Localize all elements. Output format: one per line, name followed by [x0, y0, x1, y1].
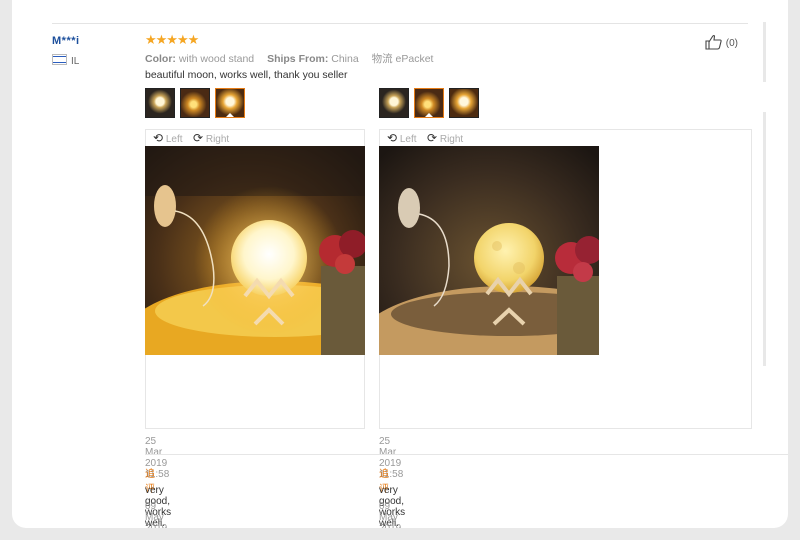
rotate-right-label: Right — [439, 134, 464, 145]
country-code: IL — [71, 56, 80, 67]
review-text: beautiful moon, works well, thank you se… — [145, 69, 348, 81]
thumbnail-3[interactable] — [449, 88, 479, 118]
rotate-right-button[interactable]: ⟳ Right — [193, 131, 229, 145]
rotate-left-label: Left — [399, 134, 417, 145]
scrollbar[interactable] — [763, 22, 766, 82]
thumbnail-1[interactable] — [145, 88, 175, 118]
rotate-left-label: Left — [165, 134, 183, 145]
color-label: Color: — [145, 53, 176, 65]
thumbnail-3[interactable] — [215, 88, 245, 118]
review-photo[interactable] — [379, 146, 599, 355]
rotate-right-icon: ⟳ — [427, 131, 438, 145]
ships-from-label: Ships From: — [267, 53, 329, 65]
rotate-left-button[interactable]: ⟲ Left — [153, 131, 183, 145]
flag-icon — [52, 54, 67, 65]
helpful-count: (0) — [725, 38, 739, 49]
additional-review-date: 09 May 2019 18:21 — [379, 501, 401, 528]
thumbnail-1[interactable] — [379, 88, 409, 118]
reviewer-name: M***i — [52, 35, 80, 47]
review-card: M***i IL ★★★★★ Color: with wood stand Sh… — [12, 0, 788, 528]
scrollbar-track[interactable] — [763, 112, 766, 366]
rotate-left-icon: ⟲ — [153, 131, 164, 145]
thumbs-up-icon — [705, 35, 722, 50]
rotate-right-label: Right — [205, 134, 230, 145]
divider — [52, 23, 748, 24]
order-info: Color: with wood stand Ships From: China… — [145, 51, 433, 66]
review-photo[interactable] — [145, 146, 365, 355]
star-rating: ★★★★★ — [145, 32, 199, 47]
rotate-right-button[interactable]: ⟳ Right — [427, 131, 463, 145]
rotate-left-icon: ⟲ — [387, 131, 398, 145]
divider — [145, 454, 379, 455]
ships-from-value: China — [331, 53, 359, 65]
rotate-right-icon: ⟳ — [193, 131, 204, 145]
rotate-left-button[interactable]: ⟲ Left — [387, 131, 417, 145]
thumbnail-2[interactable] — [414, 88, 444, 118]
logistics-value: 物流 ePacket — [371, 53, 434, 65]
color-value: with wood stand — [178, 53, 255, 65]
divider — [379, 454, 788, 455]
additional-review-date: 09 May 2019 18:21 — [145, 501, 167, 528]
thumbnail-2[interactable] — [180, 88, 210, 118]
reviewer-country: IL — [52, 54, 79, 67]
helpful-button[interactable]: (0) — [705, 34, 738, 50]
